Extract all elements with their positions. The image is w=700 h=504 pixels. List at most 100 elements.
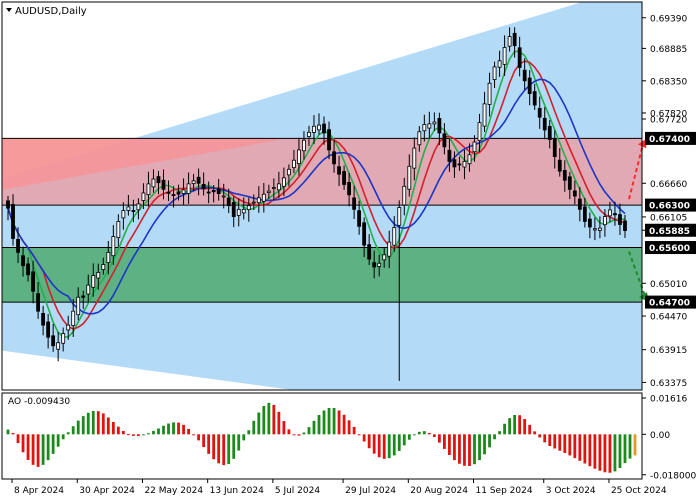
ao-bar bbox=[202, 434, 206, 448]
ao-bar bbox=[437, 434, 441, 443]
ao-bar bbox=[317, 414, 321, 435]
ao-bar bbox=[332, 408, 336, 435]
ao-bar bbox=[61, 434, 65, 440]
ao-bar bbox=[493, 434, 496, 440]
candle-body bbox=[11, 204, 15, 239]
price-tick-label: 0.68350 bbox=[650, 77, 687, 87]
ao-bar bbox=[172, 422, 175, 435]
candle-body bbox=[437, 118, 442, 134]
price-tick-label: 0.63915 bbox=[650, 346, 687, 356]
candle-body bbox=[392, 227, 397, 246]
ao-bar bbox=[458, 434, 461, 464]
candle-body bbox=[618, 214, 622, 225]
ao-bar bbox=[443, 434, 446, 449]
ao-bar bbox=[247, 430, 251, 435]
candle-body bbox=[221, 195, 226, 198]
ao-bar bbox=[312, 420, 316, 435]
ao-bar bbox=[392, 434, 396, 456]
ao-bar bbox=[207, 434, 211, 454]
price-tick-label: 0.65010 bbox=[650, 280, 687, 290]
date-tick-label: 25 Oct 2024 bbox=[611, 486, 667, 496]
candle-body bbox=[522, 69, 527, 82]
price-tag-label: 0.64700 bbox=[649, 299, 690, 309]
ao-bar bbox=[51, 434, 55, 454]
candle-body bbox=[36, 293, 40, 312]
candle-body bbox=[287, 168, 291, 176]
candle-body bbox=[56, 342, 61, 350]
ao-bar bbox=[558, 434, 562, 451]
ao-bar bbox=[262, 406, 266, 435]
date-tick-label: 20 Aug 2024 bbox=[410, 486, 468, 496]
ao-bar bbox=[282, 421, 286, 435]
ao-bar bbox=[197, 434, 201, 441]
ao-bar bbox=[478, 434, 481, 461]
ao-bar bbox=[147, 433, 150, 435]
ao-bar bbox=[81, 416, 85, 435]
candle-body bbox=[261, 193, 266, 202]
candle-body bbox=[81, 295, 86, 298]
ao-bar bbox=[603, 434, 607, 473]
ao-tick-label: -0.018000 bbox=[650, 471, 696, 481]
candle-body bbox=[86, 284, 91, 295]
candle-body bbox=[372, 262, 377, 268]
ao-bar bbox=[578, 434, 582, 461]
candle-body bbox=[111, 236, 116, 257]
candle-body bbox=[126, 206, 131, 211]
ao-bar bbox=[217, 434, 221, 464]
candle-body bbox=[397, 207, 402, 226]
price-tag-label: 0.67400 bbox=[649, 135, 690, 145]
ao-bar bbox=[6, 429, 10, 435]
ao-bar bbox=[242, 434, 246, 441]
ao-bar bbox=[287, 429, 291, 435]
candle-body bbox=[161, 179, 166, 190]
candle-body bbox=[417, 131, 422, 146]
ao-bar bbox=[56, 434, 60, 447]
candle-body bbox=[241, 208, 246, 214]
ao-bar bbox=[608, 434, 612, 473]
date-tick-label: 29 Jul 2024 bbox=[345, 486, 396, 496]
candle-body bbox=[131, 210, 136, 212]
ao-bar bbox=[327, 408, 331, 435]
ao-bar bbox=[427, 432, 431, 435]
candle-body bbox=[507, 36, 512, 47]
candle-body bbox=[276, 183, 281, 191]
candle-body bbox=[26, 263, 30, 276]
candle-body bbox=[462, 161, 467, 168]
candle-body bbox=[297, 149, 301, 165]
ao-bar bbox=[623, 434, 627, 464]
date-tick-label: 13 Jun 2024 bbox=[210, 486, 264, 496]
candle-body bbox=[251, 201, 256, 204]
ao-bar bbox=[121, 430, 125, 435]
candle-body bbox=[181, 189, 186, 194]
ao-bar bbox=[357, 434, 361, 436]
ao-bar bbox=[402, 434, 406, 446]
price-tag-label: 0.66300 bbox=[649, 202, 690, 212]
candle-body bbox=[477, 122, 482, 141]
ao-bar bbox=[86, 412, 90, 435]
candle-body bbox=[598, 227, 602, 231]
chart-title: AUDUSD,Daily bbox=[15, 6, 87, 17]
ao-bar bbox=[237, 434, 241, 451]
ao-bar bbox=[573, 434, 577, 459]
ao-bar bbox=[267, 402, 271, 435]
candle-body bbox=[266, 190, 271, 194]
candle-body bbox=[432, 121, 437, 125]
candle-body bbox=[146, 183, 151, 196]
ao-bar bbox=[21, 434, 25, 453]
candle-body bbox=[567, 176, 572, 190]
candle-body bbox=[216, 188, 221, 194]
candle-body bbox=[342, 171, 346, 185]
candle-body bbox=[527, 77, 532, 94]
ao-bar bbox=[568, 434, 572, 456]
candle-body bbox=[592, 228, 597, 231]
candle-body bbox=[186, 183, 191, 194]
price-tick-label: 0.66660 bbox=[650, 180, 687, 190]
candle-body bbox=[608, 209, 612, 217]
candle-body bbox=[246, 205, 251, 211]
date-tick-label: 11 Sep 2024 bbox=[476, 486, 533, 496]
candle-body bbox=[547, 125, 552, 141]
candle-body bbox=[577, 198, 582, 210]
ao-bar bbox=[468, 434, 471, 466]
candle-body bbox=[603, 216, 607, 226]
ao-bar bbox=[212, 434, 216, 460]
